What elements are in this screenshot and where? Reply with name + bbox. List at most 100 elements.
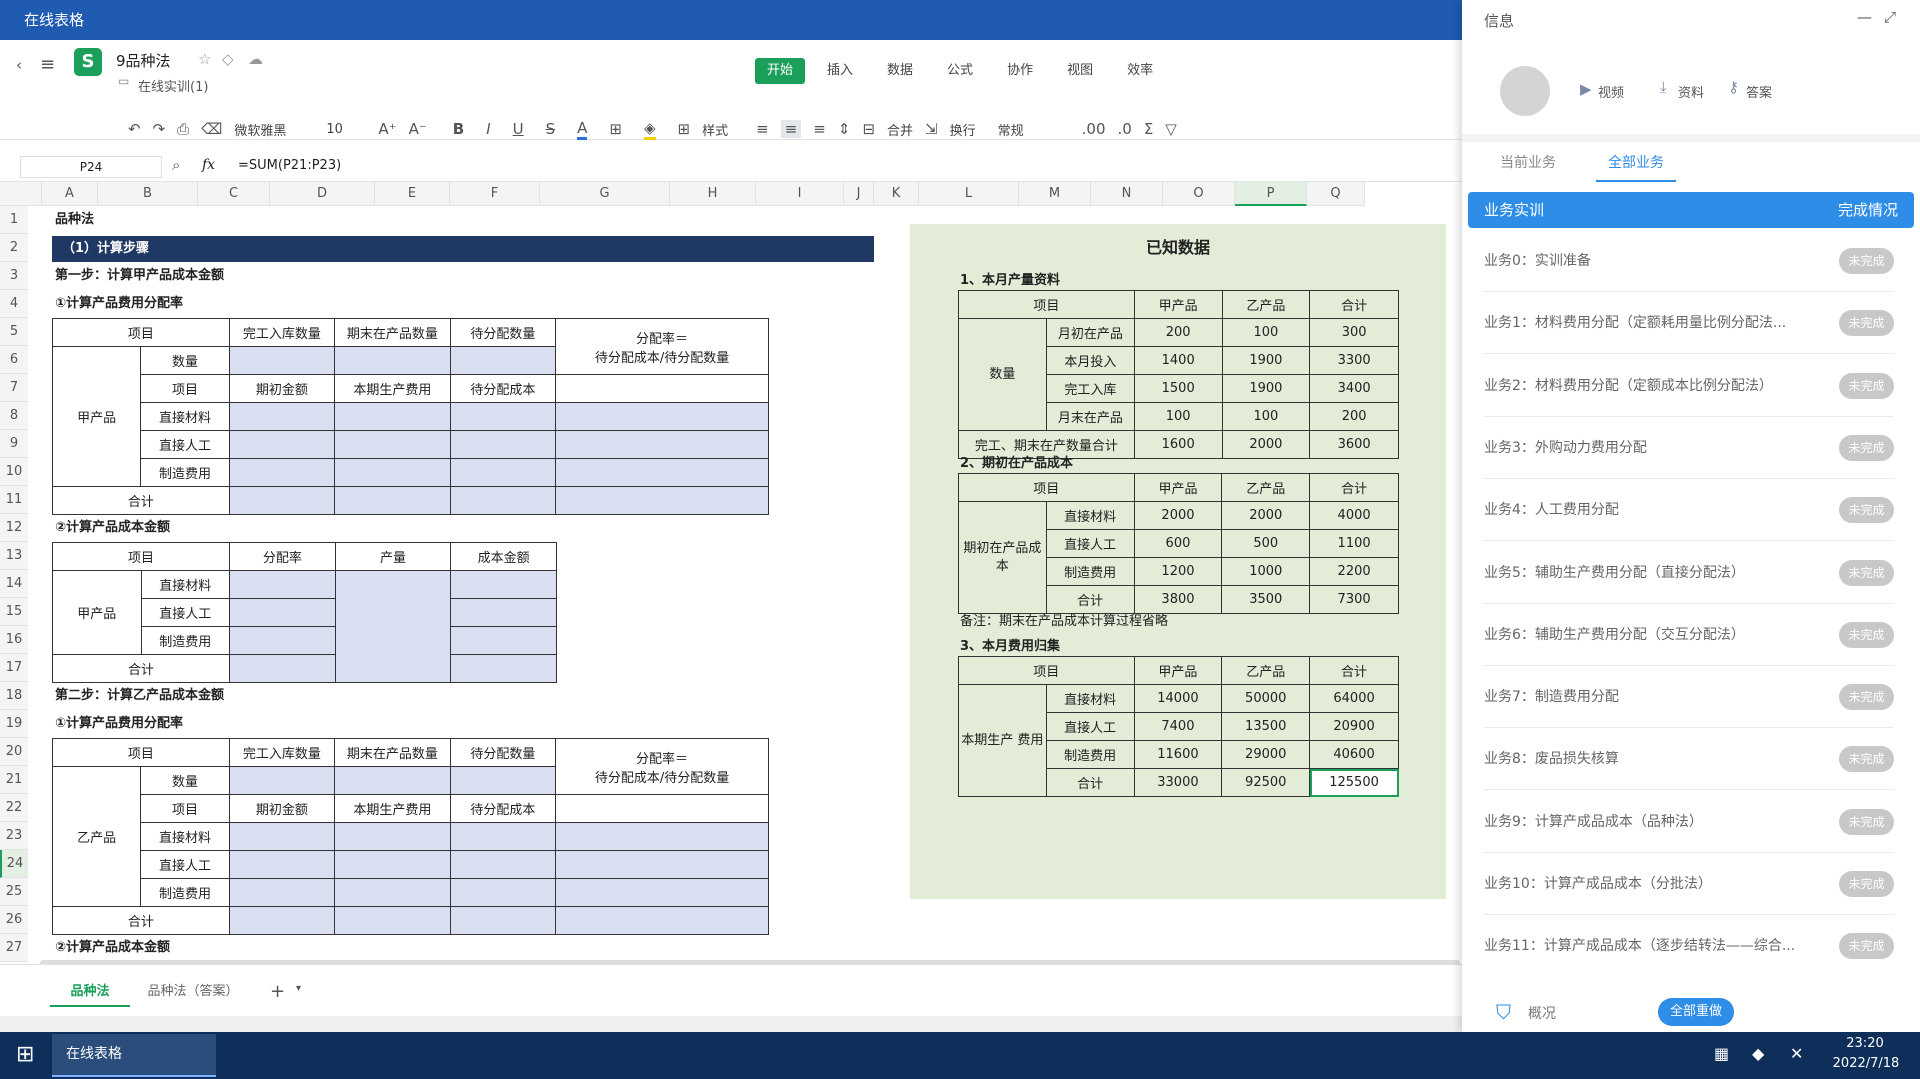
step-heading[interactable]: 第一步：计算甲产品成本金额 <box>55 262 224 290</box>
table-cell[interactable] <box>334 878 451 907</box>
sub-heading[interactable]: ①计算产品费用分配率 <box>55 710 183 738</box>
eraser-icon[interactable]: ⌫ <box>201 120 222 138</box>
task-item[interactable]: 业务1：材料费用分配（定额耗用量比例分配法... 未完成 <box>1484 292 1894 355</box>
table-cell[interactable] <box>228 878 336 907</box>
table-cell[interactable] <box>449 458 557 487</box>
name-box[interactable]: P24 <box>20 156 162 178</box>
table-cell[interactable]: 合计 <box>1309 656 1399 685</box>
table-cell[interactable] <box>450 598 557 627</box>
task-label[interactable]: 业务7：制造费用分配 <box>1484 689 1619 705</box>
resource-link[interactable]: 资料 <box>1678 82 1704 101</box>
table-cell[interactable]: 甲产品 <box>1133 290 1223 319</box>
table-cell[interactable]: 项目 <box>51 542 231 571</box>
filter-icon[interactable]: ▽ <box>1165 120 1177 138</box>
table-cell[interactable]: 项目 <box>140 374 230 403</box>
decimal-increase-icon[interactable]: .00 <box>1082 120 1106 138</box>
vertical-align-icon[interactable]: ⇕ <box>838 120 851 138</box>
table-cell[interactable]: 直接人工 <box>140 430 230 459</box>
table-cell[interactable] <box>555 374 769 403</box>
table-cell[interactable]: 直接材料 <box>140 402 230 431</box>
table-cell[interactable]: 合计 <box>52 906 230 935</box>
strikethrough-icon[interactable]: S <box>546 120 556 138</box>
formula-input[interactable]: =SUM(P21:P23) <box>238 158 341 173</box>
table-cell[interactable] <box>228 906 336 935</box>
menu-item-2[interactable]: 数据 <box>875 58 925 84</box>
table-cell[interactable] <box>228 486 336 515</box>
redo-all-button[interactable]: 全部重做 <box>1658 998 1734 1026</box>
align-center-icon[interactable]: ≡ <box>780 120 802 138</box>
table-cell[interactable] <box>228 850 336 879</box>
table-cell[interactable] <box>228 822 336 851</box>
task-label[interactable]: 业务11：计算产成品成本（逐步结转法——综合... <box>1484 938 1795 954</box>
table-cell[interactable]: 600 <box>1133 529 1223 558</box>
table-cell[interactable] <box>555 430 769 459</box>
table-cell[interactable]: 50000 <box>1221 684 1311 713</box>
menu-item-3[interactable]: 公式 <box>935 58 985 84</box>
table-cell[interactable]: 200 <box>1133 318 1223 347</box>
table-cell[interactable] <box>450 654 557 683</box>
table-cell[interactable]: 完工入库数量 <box>228 318 336 347</box>
table-cell[interactable]: 直接人工 <box>140 598 231 627</box>
sub-heading[interactable]: ②计算产品成本金额 <box>55 934 170 962</box>
task-label[interactable]: 业务6：辅助生产费用分配（交互分配法） <box>1484 627 1745 643</box>
expand-icon[interactable]: ⤢ <box>1884 8 1896 26</box>
row-group-label[interactable]: 本期生产 费用 <box>958 684 1047 797</box>
table-cell[interactable]: 13500 <box>1221 712 1311 741</box>
italic-icon[interactable]: I <box>486 120 490 138</box>
menu-icon[interactable]: ≡ <box>40 54 55 75</box>
table-cell[interactable] <box>449 486 557 515</box>
table-cell[interactable]: 期末在产品数量 <box>334 318 451 347</box>
table-cell[interactable] <box>555 486 769 515</box>
increase-font-icon[interactable]: A⁺ <box>378 120 396 138</box>
table-cell[interactable]: 1400 <box>1133 346 1223 375</box>
table-cell[interactable]: 直接材料 <box>140 822 230 851</box>
task-label[interactable]: 业务3：外购动力费用分配 <box>1484 440 1647 456</box>
tray-fullscreen-icon[interactable]: ✕ <box>1790 1044 1803 1063</box>
tab-current-tasks[interactable]: 当前业务 <box>1500 152 1556 172</box>
sub-heading[interactable]: ②计算产品成本金额 <box>55 514 170 542</box>
video-icon[interactable]: ▶ <box>1580 80 1592 98</box>
underline-icon[interactable]: U <box>513 120 524 138</box>
table-cell[interactable] <box>555 794 769 823</box>
sum-icon[interactable]: Σ <box>1144 120 1153 138</box>
table-cell[interactable]: 合计 <box>1309 473 1399 502</box>
menu-item-1[interactable]: 插入 <box>815 58 865 84</box>
table-cell[interactable] <box>334 570 452 683</box>
table-cell[interactable] <box>229 570 336 599</box>
table-cell[interactable]: 产量 <box>334 542 452 571</box>
table-cell[interactable] <box>334 430 451 459</box>
cloud-icon[interactable]: ☁ <box>248 50 263 68</box>
font-size-select[interactable]: 10 <box>326 122 366 137</box>
table-cell[interactable]: 1600 <box>1133 430 1223 459</box>
table-cell[interactable]: 7400 <box>1133 712 1223 741</box>
table-cell[interactable] <box>334 486 451 515</box>
function-icon[interactable]: fx <box>202 157 215 173</box>
task-label[interactable]: 业务0：实训准备 <box>1484 253 1591 269</box>
table-cell[interactable]: 100 <box>1221 318 1311 347</box>
task-label[interactable]: 业务5：辅助生产费用分配（直接分配法） <box>1484 565 1745 581</box>
tray-tag-icon[interactable]: ◆ <box>1752 1044 1764 1063</box>
table-cell[interactable] <box>334 766 451 795</box>
product-label[interactable]: 乙产品 <box>51 766 142 907</box>
merge-icon[interactable]: ⊟ <box>862 120 875 138</box>
doc-name[interactable]: 9品种法 <box>116 50 171 71</box>
table-cell[interactable]: 1000 <box>1221 557 1311 586</box>
product-label[interactable]: 甲产品 <box>51 346 142 487</box>
table-cell[interactable] <box>334 402 451 431</box>
table-cell[interactable]: 2200 <box>1309 557 1399 586</box>
table-cell[interactable]: 月初在产品 <box>1045 318 1135 347</box>
table-cell[interactable]: 直接材料 <box>140 570 231 599</box>
task-item[interactable]: 业务10：计算产成品成本（分批法） 未完成 <box>1484 853 1894 915</box>
style-button[interactable]: 样式 <box>702 120 728 139</box>
table-cell[interactable]: 甲产品 <box>1133 656 1223 685</box>
decrease-font-icon[interactable]: A⁻ <box>409 120 427 138</box>
merge-button[interactable]: 合并 <box>887 120 913 139</box>
table-cell[interactable] <box>555 822 769 851</box>
table-cell[interactable]: 33000 <box>1133 768 1223 797</box>
table-cell[interactable]: 待分配成本 <box>449 374 557 403</box>
table-cell[interactable]: 3300 <box>1309 346 1399 375</box>
table-cell[interactable]: 制造费用 <box>140 878 230 907</box>
decimal-decrease-icon[interactable]: .0 <box>1118 120 1132 138</box>
section-header-bar[interactable]: （1）计算步骤 <box>52 236 874 262</box>
table-cell[interactable] <box>334 346 451 375</box>
